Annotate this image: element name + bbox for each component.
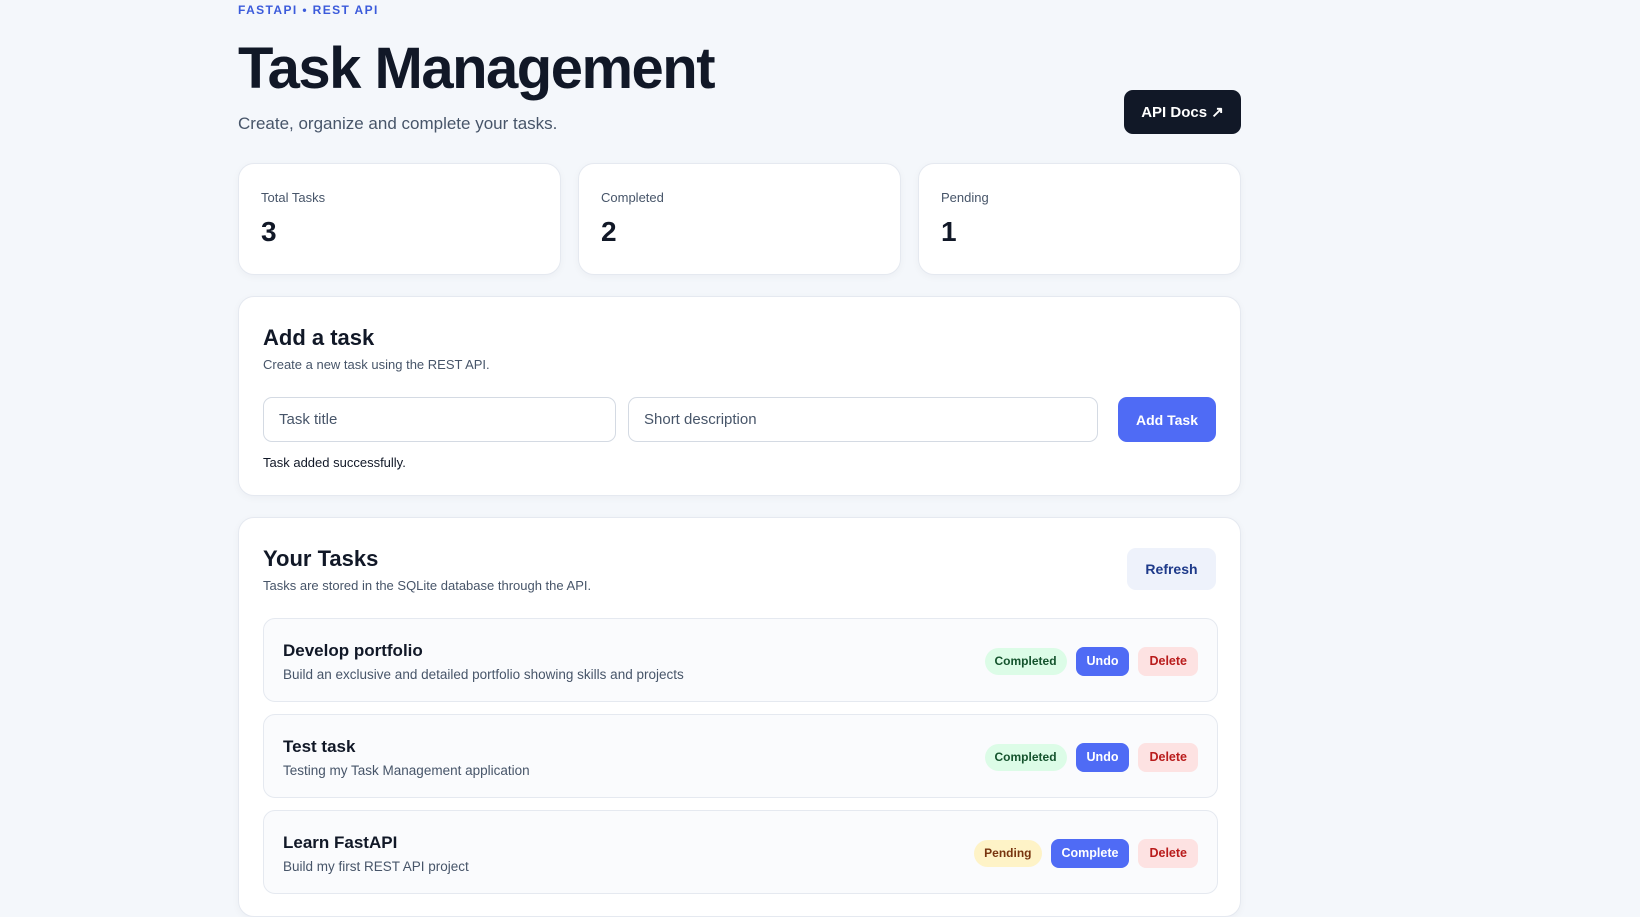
tasks-card: Your Tasks Tasks are stored in the SQLit… [238, 517, 1241, 917]
stat-card-total: Total Tasks 3 [238, 163, 561, 275]
status-badge: Completed [984, 743, 1067, 771]
delete-button[interactable]: Delete [1138, 838, 1198, 868]
undo-button[interactable]: Undo [1075, 646, 1130, 676]
stats-row: Total Tasks 3 Completed 2 Pending 1 [238, 163, 1241, 275]
task-description: Build an exclusive and detailed portfoli… [283, 667, 684, 682]
tasks-title: Your Tasks [263, 546, 379, 571]
task-title-input[interactable] [263, 397, 616, 442]
task-title: Test task [283, 737, 356, 756]
stat-value: 1 [941, 216, 957, 247]
stat-label: Pending [941, 190, 989, 205]
task-title: Develop portfolio [283, 641, 423, 660]
task-item: Develop portfolio Build an exclusive and… [263, 618, 1218, 702]
page-title: Task Management [238, 36, 716, 101]
task-item: Test task Testing my Task Management app… [263, 714, 1218, 798]
task-actions: Completed Undo Delete [984, 619, 1198, 703]
task-item: Learn FastAPI Build my first REST API pr… [263, 810, 1218, 894]
add-task-title: Add a task [263, 325, 375, 350]
api-docs-button[interactable]: API Docs ↗ [1124, 90, 1241, 134]
status-badge: Pending [974, 839, 1042, 867]
stat-label: Total Tasks [261, 190, 326, 205]
add-task-description: Create a new task using the REST API. [263, 357, 490, 372]
stat-value: 2 [601, 216, 617, 247]
task-actions: Pending Complete Delete [974, 811, 1198, 895]
stat-card-completed: Completed 2 [578, 163, 901, 275]
stat-card-pending: Pending 1 [918, 163, 1241, 275]
page-subtitle: Create, organize and complete your tasks… [238, 114, 558, 133]
tasks-description: Tasks are stored in the SQLite database … [263, 578, 592, 593]
delete-button[interactable]: Delete [1138, 742, 1198, 772]
add-task-card: Add a task Create a new task using the R… [238, 296, 1241, 496]
task-title: Learn FastAPI [283, 833, 398, 852]
undo-button[interactable]: Undo [1075, 742, 1130, 772]
complete-button[interactable]: Complete [1050, 838, 1130, 868]
task-description: Build my first REST API project [283, 859, 469, 874]
eyebrow-label: FASTAPI • REST API [238, 3, 379, 17]
stat-value: 3 [261, 216, 277, 247]
delete-button[interactable]: Delete [1138, 646, 1198, 676]
stat-label: Completed [601, 190, 664, 205]
refresh-button[interactable]: Refresh [1127, 548, 1216, 590]
status-message: Task added successfully. [263, 455, 406, 470]
status-badge: Completed [984, 647, 1067, 675]
task-actions: Completed Undo Delete [984, 715, 1198, 799]
add-task-button[interactable]: Add Task [1118, 397, 1216, 442]
task-description: Testing my Task Management application [283, 763, 530, 778]
task-description-input[interactable] [628, 397, 1098, 442]
